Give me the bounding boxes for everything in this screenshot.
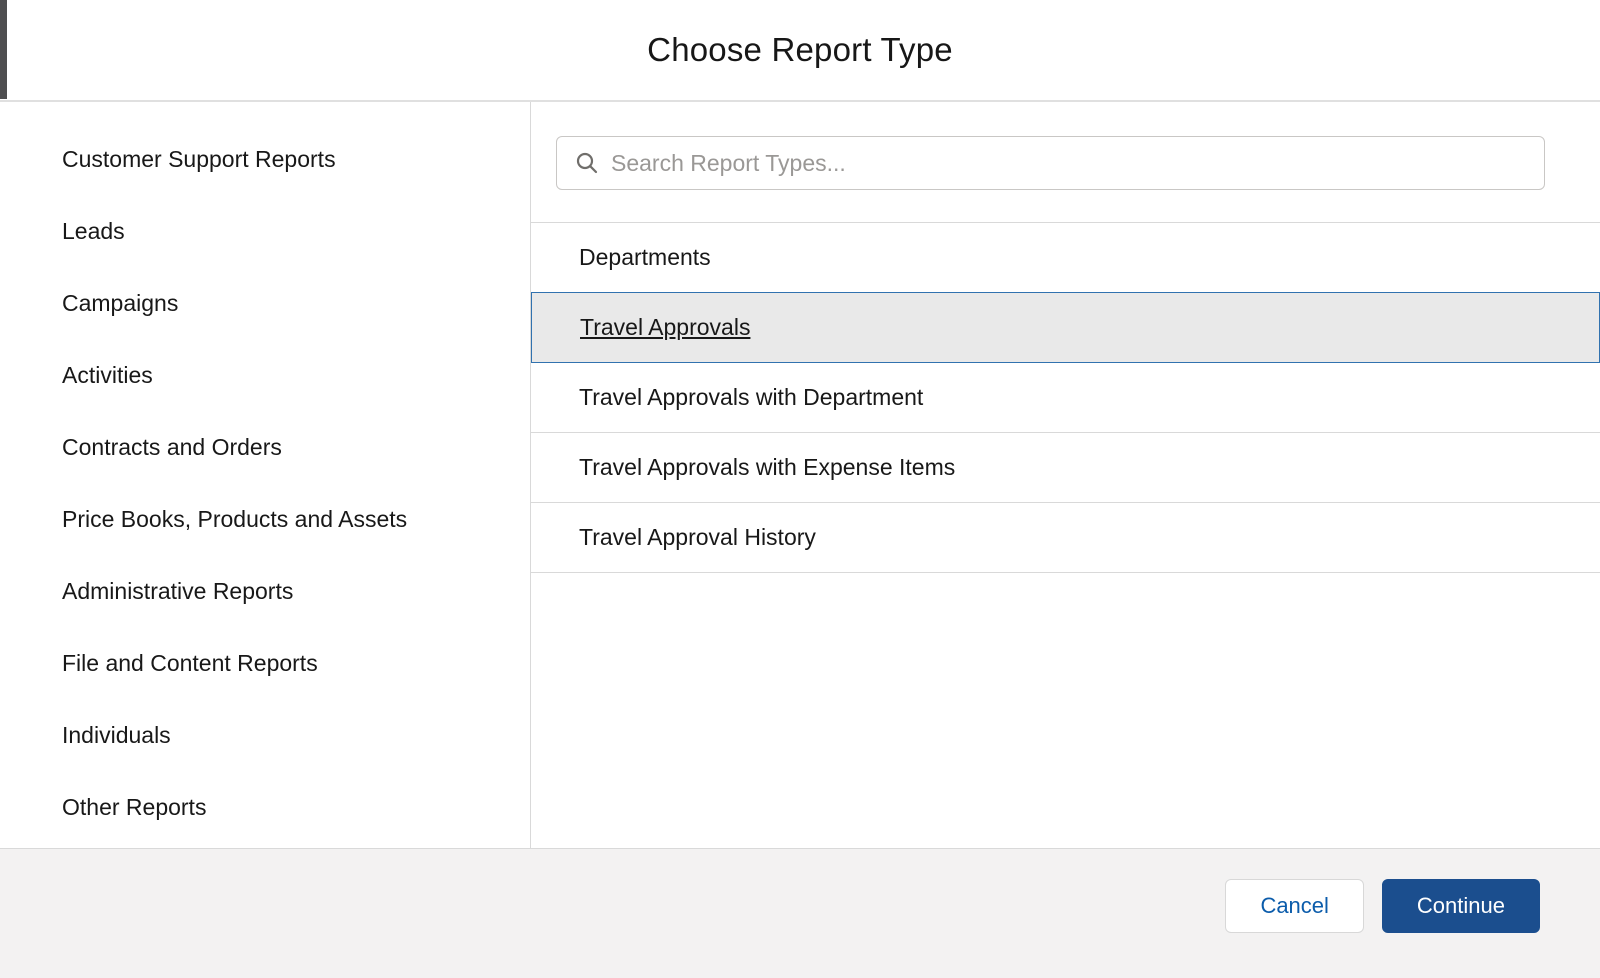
sidebar-item-activities[interactable]: Activities <box>0 339 530 411</box>
report-type-row-departments[interactable]: Departments <box>531 223 1600 293</box>
search-box[interactable] <box>556 136 1545 190</box>
report-type-label: Departments <box>579 244 711 271</box>
search-icon <box>575 151 599 175</box>
sidebar-item-label: Price Books, Products and Assets <box>62 506 407 533</box>
report-type-row-travel-approval-history[interactable]: Travel Approval History <box>531 503 1600 573</box>
modal-header: Choose Report Type <box>0 0 1600 102</box>
sidebar-item-label: File and Content Reports <box>62 650 318 677</box>
sidebar-item-price-books-products-assets[interactable]: Price Books, Products and Assets <box>0 483 530 555</box>
sidebar-item-contracts-and-orders[interactable]: Contracts and Orders <box>0 411 530 483</box>
page-edge-strip <box>0 0 7 99</box>
report-type-label: Travel Approvals with Department <box>579 384 923 411</box>
modal-footer: Cancel Continue <box>0 848 1600 978</box>
continue-button[interactable]: Continue <box>1382 879 1540 933</box>
sidebar-item-administrative-reports[interactable]: Administrative Reports <box>0 555 530 627</box>
sidebar-item-label: Individuals <box>62 722 171 749</box>
sidebar-item-customer-support-reports[interactable]: Customer Support Reports <box>0 123 530 195</box>
report-type-label: Travel Approvals <box>580 314 750 341</box>
report-type-label: Travel Approval History <box>579 524 816 551</box>
sidebar-item-label: Other Reports <box>62 794 206 821</box>
sidebar-item-label: Customer Support Reports <box>62 146 336 173</box>
report-category-sidebar: Customer Support Reports Leads Campaigns… <box>0 102 531 848</box>
sidebar-item-leads[interactable]: Leads <box>0 195 530 267</box>
report-type-row-travel-approvals-with-expense-items[interactable]: Travel Approvals with Expense Items <box>531 433 1600 503</box>
sidebar-item-label: Administrative Reports <box>62 578 293 605</box>
sidebar-item-label: Campaigns <box>62 290 178 317</box>
modal-body: Customer Support Reports Leads Campaigns… <box>0 102 1600 848</box>
sidebar-item-label: Activities <box>62 362 153 389</box>
sidebar-item-label: Contracts and Orders <box>62 434 282 461</box>
report-type-panel: Departments Travel Approvals Travel Appr… <box>531 102 1600 848</box>
modal-title: Choose Report Type <box>647 31 953 69</box>
sidebar-item-other-reports[interactable]: Other Reports <box>0 771 530 843</box>
report-type-list: Departments Travel Approvals Travel Appr… <box>531 222 1600 573</box>
sidebar-item-file-and-content-reports[interactable]: File and Content Reports <box>0 627 530 699</box>
sidebar-item-campaigns[interactable]: Campaigns <box>0 267 530 339</box>
sidebar-item-individuals[interactable]: Individuals <box>0 699 530 771</box>
report-type-row-travel-approvals-with-department[interactable]: Travel Approvals with Department <box>531 363 1600 433</box>
choose-report-type-modal: Choose Report Type Customer Support Repo… <box>0 0 1600 978</box>
report-type-row-travel-approvals[interactable]: Travel Approvals <box>531 292 1600 363</box>
search-report-types-input[interactable] <box>611 150 1544 177</box>
cancel-button[interactable]: Cancel <box>1225 879 1363 933</box>
sidebar-item-label: Leads <box>62 218 125 245</box>
report-type-label: Travel Approvals with Expense Items <box>579 454 955 481</box>
